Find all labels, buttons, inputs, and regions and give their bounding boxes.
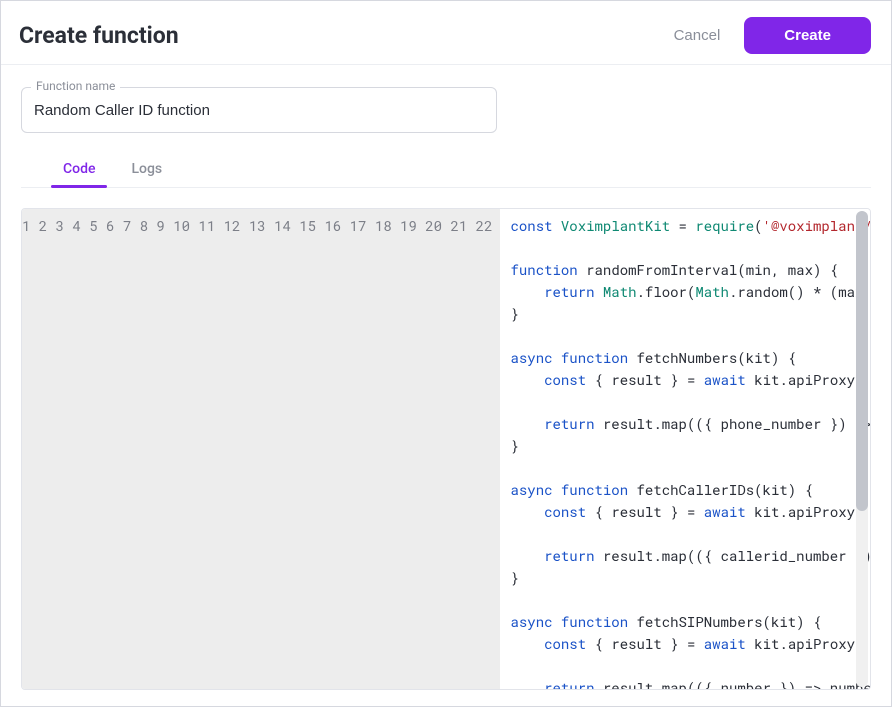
create-function-dialog: Create function Cancel Create Function n… <box>0 0 892 707</box>
header-actions: Cancel Create <box>660 17 871 54</box>
gutter: 1 2 3 4 5 6 7 8 9 10 11 12 13 14 15 16 1… <box>22 209 500 689</box>
create-button[interactable]: Create <box>744 17 871 54</box>
tab-logs[interactable]: Logs <box>129 161 164 187</box>
function-name-input[interactable] <box>21 87 497 133</box>
code-content[interactable]: const VoximplantKit = require('@voximpla… <box>500 209 870 689</box>
code-editor-surface[interactable]: 1 2 3 4 5 6 7 8 9 10 11 12 13 14 15 16 1… <box>22 209 870 689</box>
tabs: Code Logs <box>21 139 871 188</box>
cancel-button[interactable]: Cancel <box>660 19 735 52</box>
form-area: Function name <box>1 65 891 139</box>
tab-code[interactable]: Code <box>61 161 97 187</box>
code-editor[interactable]: 1 2 3 4 5 6 7 8 9 10 11 12 13 14 15 16 1… <box>21 208 871 690</box>
dialog-header: Create function Cancel Create <box>1 1 891 64</box>
page-title: Create function <box>19 22 179 49</box>
function-name-label: Function name <box>31 79 120 93</box>
function-name-field-wrap: Function name <box>21 87 497 133</box>
scrollbar-thumb[interactable] <box>856 211 868 511</box>
